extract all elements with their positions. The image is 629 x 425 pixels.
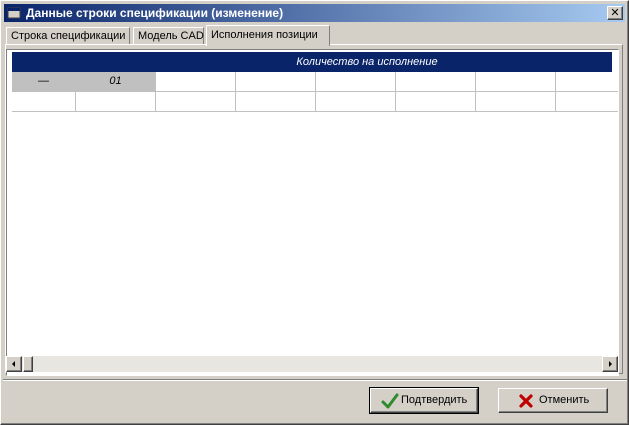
close-button[interactable]: ✕	[607, 6, 623, 20]
cross-icon	[519, 394, 533, 408]
grid-column-header[interactable]	[316, 72, 396, 92]
scrollbar-thumb[interactable]	[23, 356, 33, 372]
grid-column-header[interactable]	[556, 72, 618, 92]
variants-grid[interactable]: Количество на исполнение — 01	[6, 49, 619, 376]
grid-cell[interactable]	[316, 92, 396, 112]
horizontal-scrollbar[interactable]	[6, 356, 618, 372]
window-icon	[7, 7, 21, 19]
tab-spec-row[interactable]: Строка спецификации	[6, 27, 130, 44]
grid-cell[interactable]	[396, 92, 476, 112]
window-title: Данные строки спецификации (изменение)	[26, 6, 284, 20]
scroll-left-icon	[12, 361, 15, 367]
confirm-button-label: Подтвердить	[401, 394, 468, 406]
grid-column-header[interactable]	[396, 72, 476, 92]
title-bar[interactable]: Данные строки спецификации (изменение) ✕	[4, 4, 625, 22]
confirm-button[interactable]: Подтвердить	[369, 387, 479, 414]
grid-cell[interactable]	[12, 92, 76, 112]
grid-column-header[interactable]	[236, 72, 316, 92]
cancel-button[interactable]: Отменить	[498, 388, 608, 413]
dialog-window: Данные строки спецификации (изменение) ✕…	[0, 0, 629, 425]
grid-cell[interactable]	[76, 92, 156, 112]
grid-cell[interactable]	[156, 92, 236, 112]
close-icon: ✕	[610, 6, 620, 19]
tab-position-variants[interactable]: Исполнения позиции	[206, 25, 330, 46]
grid-column-header[interactable]	[476, 72, 556, 92]
cancel-button-label: Отменить	[539, 394, 590, 406]
grid-cell[interactable]	[476, 92, 556, 112]
grid-cell[interactable]	[556, 92, 618, 112]
check-icon	[381, 393, 399, 409]
grid-fixed-cell: —	[12, 72, 76, 92]
grid-column-header[interactable]: 01	[76, 72, 156, 92]
tab-cad-model[interactable]: Модель CAD	[133, 27, 204, 44]
footer-separator	[3, 379, 627, 381]
scroll-right-button[interactable]	[602, 356, 618, 372]
grid-column-header[interactable]	[156, 72, 236, 92]
grid-header: Количество на исполнение	[12, 52, 612, 72]
scroll-right-icon	[609, 361, 612, 367]
grid-header-title: Количество на исполнение	[296, 56, 438, 68]
scroll-left-button[interactable]	[6, 356, 22, 372]
grid-cell[interactable]	[236, 92, 316, 112]
